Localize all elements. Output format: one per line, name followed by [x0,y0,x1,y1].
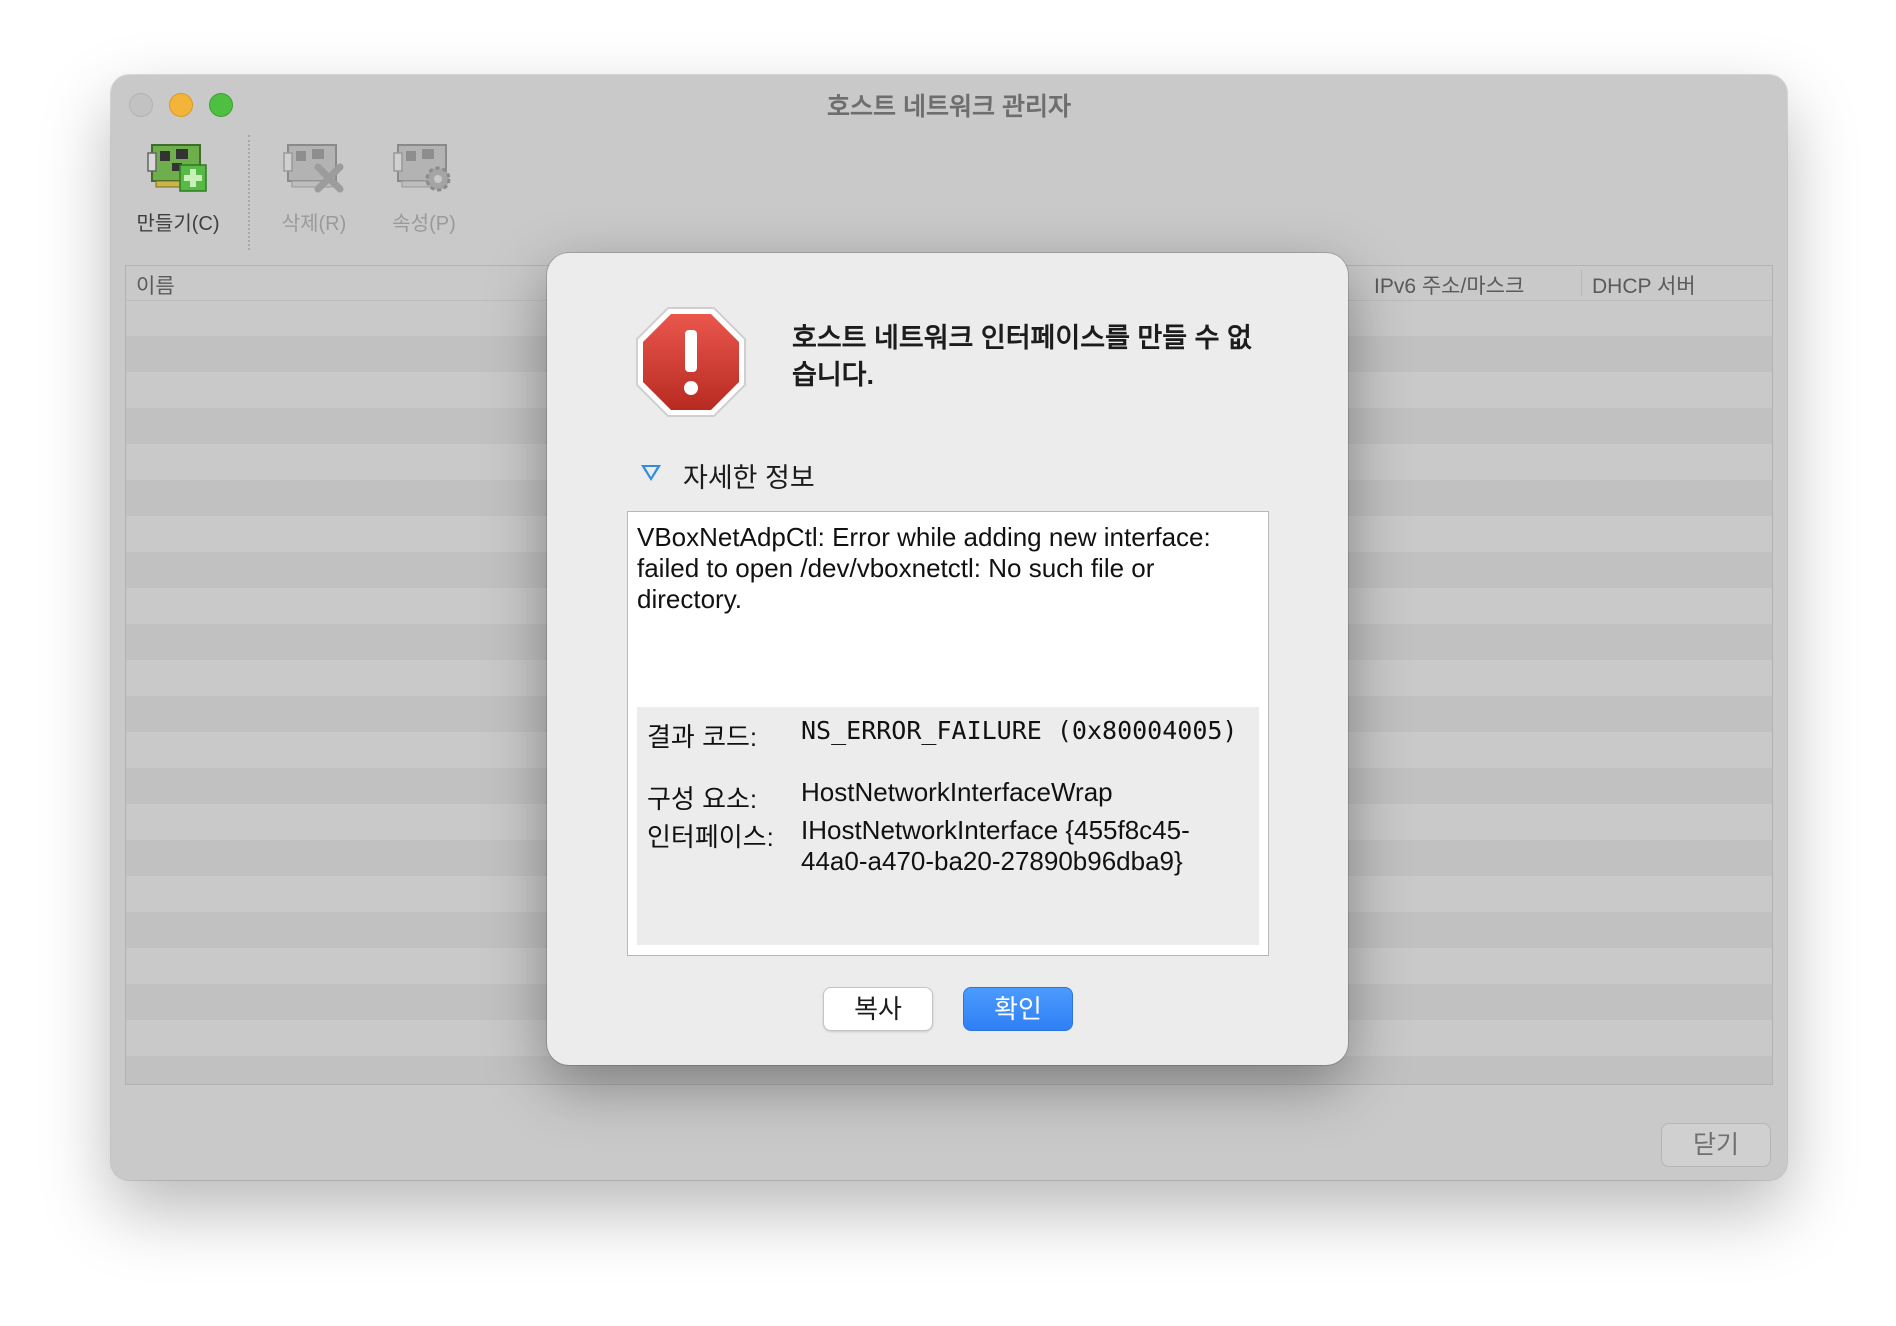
result-code-key: 결과 코드: [647,722,758,752]
error-info-block: 결과 코드: NS_ERROR_FAILURE (0x80004005) 구성 … [637,707,1259,945]
component-key: 구성 요소: [647,784,758,814]
column-header-name[interactable]: 이름 [136,270,175,300]
column-header-ipv6[interactable]: IPv6 주소/마스크 [1374,270,1524,300]
properties-label: 속성(P) [392,213,456,235]
details-text-area[interactable]: VBoxNetAdpCtl: Error while adding new in… [627,511,1269,956]
delete-button[interactable]: 삭제(R) [259,135,369,236]
network-card-add-icon [147,144,207,192]
error-stop-icon [636,307,746,417]
column-divider [1581,270,1582,296]
interface-key: 인터페이스: [647,822,774,852]
column-header-dhcp[interactable]: DHCP 서버 [1592,270,1696,300]
error-dialog: 호스트 네트워크 인터페이스를 만들 수 없습니다. 자세한 정보 VBoxNe… [547,253,1348,1065]
error-message: 호스트 네트워크 인터페이스를 만들 수 없습니다. [792,323,1252,390]
network-card-remove-icon [283,144,344,193]
title-bar: 호스트 네트워크 관리자 [111,75,1787,130]
result-code-value: NS_ERROR_FAILURE (0x80004005) [801,716,1238,745]
toolbar-separator [248,135,250,250]
window-title: 호스트 네트워크 관리자 [827,93,1071,121]
interface-value: IHostNetworkInterface {455f8c45-44a0-a47… [801,815,1190,876]
create-label: 만들기(C) [136,213,220,235]
delete-label: 삭제(R) [281,213,347,235]
network-card-settings-icon [393,144,451,192]
details-label[interactable]: 자세한 정보 [683,456,815,495]
disclosure-triangle-icon[interactable] [641,465,661,481]
component-value: HostNetworkInterfaceWrap [801,777,1113,807]
details-text: VBoxNetAdpCtl: Error while adding new in… [637,522,1211,614]
properties-button[interactable]: 속성(P) [369,135,479,236]
copy-button[interactable]: 복사 [823,987,933,1031]
create-button[interactable]: 만들기(C) [123,135,233,236]
ok-button[interactable]: 확인 [963,987,1073,1031]
close-button[interactable]: 닫기 [1661,1123,1771,1167]
